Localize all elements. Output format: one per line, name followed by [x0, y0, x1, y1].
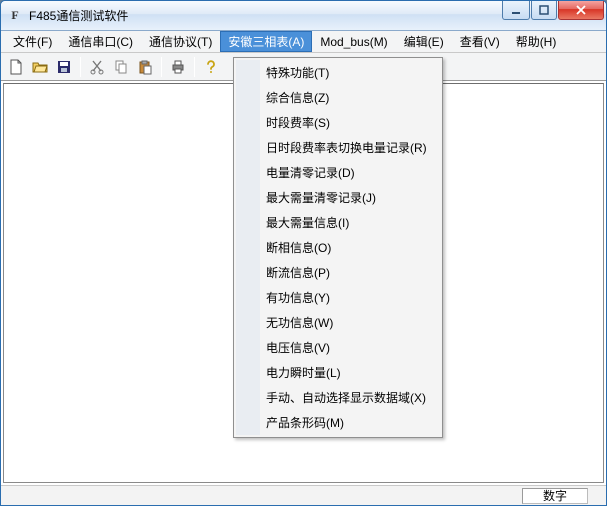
- save-icon[interactable]: [53, 56, 75, 78]
- maximize-button[interactable]: [531, 1, 557, 20]
- menu-comm-port[interactable]: 通信串口(C): [60, 31, 141, 52]
- dd-item-daily-rec[interactable]: 日时段费率表切换电量记录(R): [236, 135, 440, 160]
- app-icon: F: [7, 8, 23, 24]
- dropdown-menu-anhui: 特殊功能(T) 综合信息(Z) 时段费率(S) 日时段费率表切换电量记录(R) …: [233, 57, 443, 438]
- menu-file[interactable]: 文件(F): [5, 31, 60, 52]
- dd-item-phase-break[interactable]: 断相信息(O): [236, 235, 440, 260]
- dd-item-display-sel[interactable]: 手动、自动选择显示数据域(X): [236, 385, 440, 410]
- minimize-button[interactable]: [502, 1, 530, 20]
- dd-item-barcode[interactable]: 产品条形码(M): [236, 410, 440, 435]
- dd-item-tariff[interactable]: 时段费率(S): [236, 110, 440, 135]
- menu-help[interactable]: 帮助(H): [508, 31, 565, 52]
- client-area: 特殊功能(T) 综合信息(Z) 时段费率(S) 日时段费率表切换电量记录(R) …: [3, 83, 604, 483]
- dd-item-reactive[interactable]: 无功信息(W): [236, 310, 440, 335]
- menu-view[interactable]: 查看(V): [452, 31, 508, 52]
- toolbar-separator: [194, 57, 195, 77]
- menu-modbus[interactable]: Mod_bus(M): [312, 31, 395, 52]
- print-icon[interactable]: [167, 56, 189, 78]
- dd-item-summary[interactable]: 综合信息(Z): [236, 85, 440, 110]
- close-button[interactable]: [558, 1, 604, 20]
- dd-item-instant[interactable]: 电力瞬时量(L): [236, 360, 440, 385]
- menu-comm-protocol[interactable]: 通信协议(T): [141, 31, 220, 52]
- menu-bar: 文件(F) 通信串口(C) 通信协议(T) 安徽三相表(A) Mod_bus(M…: [1, 31, 606, 53]
- window-title: F485通信测试软件: [29, 7, 502, 24]
- menu-edit[interactable]: 编辑(E): [396, 31, 452, 52]
- help-icon[interactable]: [200, 56, 222, 78]
- dd-item-maxdemand-clear[interactable]: 最大需量清零记录(J): [236, 185, 440, 210]
- paste-icon[interactable]: [134, 56, 156, 78]
- menu-anhui-meter[interactable]: 安徽三相表(A): [220, 31, 312, 52]
- dd-item-current-break[interactable]: 断流信息(P): [236, 260, 440, 285]
- window-controls: [502, 1, 606, 30]
- title-bar[interactable]: F F485通信测试软件: [1, 1, 606, 31]
- app-window: F F485通信测试软件 文件(F) 通信串口(C) 通信协议(T) 安徽三相表…: [0, 0, 607, 506]
- status-numlock: 数字: [522, 488, 588, 504]
- toolbar-separator: [161, 57, 162, 77]
- open-icon[interactable]: [29, 56, 51, 78]
- copy-icon[interactable]: [110, 56, 132, 78]
- dd-item-maxdemand-info[interactable]: 最大需量信息(I): [236, 210, 440, 235]
- dd-item-voltage[interactable]: 电压信息(V): [236, 335, 440, 360]
- status-bar: 数字: [1, 485, 606, 505]
- dd-item-active[interactable]: 有功信息(Y): [236, 285, 440, 310]
- toolbar-separator: [80, 57, 81, 77]
- new-icon[interactable]: [5, 56, 27, 78]
- cut-icon[interactable]: [86, 56, 108, 78]
- dd-item-special[interactable]: 特殊功能(T): [236, 60, 440, 85]
- dd-item-energy-clear[interactable]: 电量清零记录(D): [236, 160, 440, 185]
